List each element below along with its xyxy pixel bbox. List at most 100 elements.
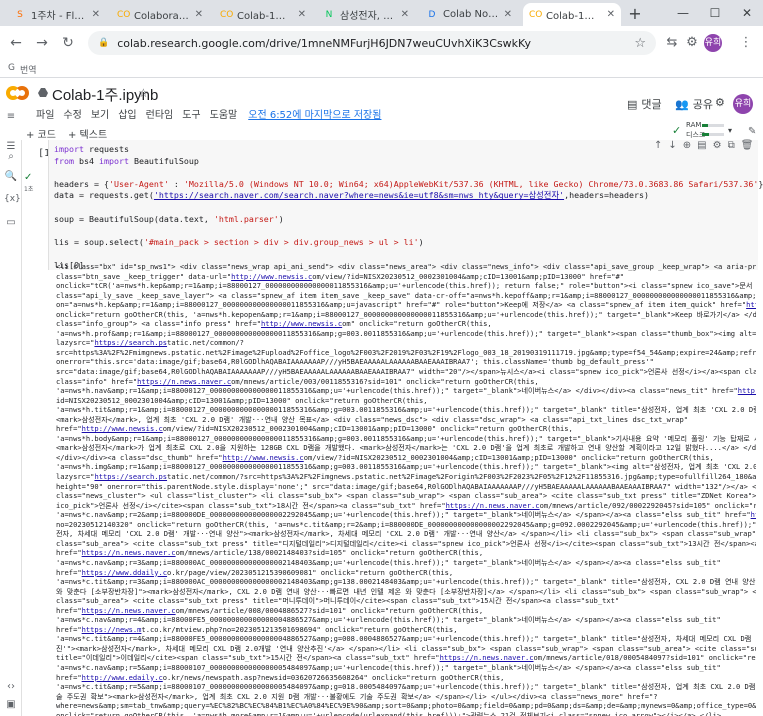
output-line: class="news_cluster"> <ul class="list_cl… — [56, 491, 756, 501]
tab-title: Colab-1주.ipynb - Colab — [546, 11, 603, 22]
output-line: href="https://n.news.naver.com/mnews/art… — [56, 548, 484, 558]
tab-title: Colab-1주.ipynb - Colab — [237, 11, 294, 22]
translate-label[interactable]: 번역 — [20, 63, 37, 76]
output-line: href="http://www.edaily.co.kr/news/newsp… — [56, 672, 505, 682]
tab-title: 삼성전자, 업계 최초 'CXL — [340, 11, 397, 22]
forward-icon[interactable]: → — [32, 33, 52, 53]
tab-favicon-icon: N — [325, 9, 333, 20]
browser-profile-avatar[interactable]: 유희 — [704, 34, 722, 52]
code-icon[interactable]: ‹› — [4, 680, 18, 694]
output-line: class="sub_area"> <cite class="sub_txt p… — [56, 538, 756, 548]
tab-favicon-icon: D — [428, 9, 436, 20]
output-line: href="https://n.news.naver.com/mnews/art… — [56, 605, 484, 615]
url-text: colab.research.google.com/drive/1mneNMFu… — [117, 36, 531, 50]
output-line: 술 주도권 확보"><mark>삼성전자</mark>, 업계 최초 CXL 2… — [56, 691, 658, 701]
browser-tab-strip: S1주차 - Flutter 앱 개발 첫✕COColaboratory에 오신… — [0, 0, 763, 26]
tab-title: Colaboratory에 오신 것을 — [134, 11, 191, 22]
colab-logo-icon[interactable] — [6, 86, 30, 104]
browser-tab[interactable]: S 1주차 - Flutter 앱 개발 첫 ✕ — [8, 3, 106, 26]
settings-icon[interactable]: ⚙ — [715, 96, 725, 109]
output-line: lazysrc="https://search.pstatic.net/comm… — [56, 338, 244, 348]
tab-close-icon[interactable]: ✕ — [504, 9, 512, 20]
browser-tab[interactable]: D Colab Notebooks - Goo ✕ — [420, 3, 518, 26]
back-icon[interactable]: ← — [6, 33, 26, 53]
code-line: headers = {'User-Agent' : 'Mozilla/5.0 (… — [54, 178, 763, 189]
reload-icon[interactable]: ↻ — [58, 33, 78, 53]
extensions-icon[interactable]: ⚙ — [682, 33, 702, 53]
share-button[interactable]: 👥 공유 — [675, 96, 713, 112]
menu-item[interactable]: 삽입 — [118, 106, 136, 121]
code-line: from bs4 import BeautifulSoup — [54, 155, 199, 166]
window-close-icon[interactable]: ✕ — [732, 0, 762, 26]
code-line: lis = soup.select('#main_pack > section … — [54, 236, 424, 247]
browser-tab[interactable]: COColaboratory에 오신 것을 ✕ — [111, 3, 209, 26]
output-line: id=NISX20230512_0002301004&amp;cID=13001… — [56, 395, 428, 405]
output-line: onclick="return goOtherCR(this, 'a=nws*h… — [56, 309, 756, 319]
tab-close-icon[interactable]: ✕ — [298, 9, 306, 20]
menu-item[interactable]: 보기 — [91, 106, 109, 121]
browser-tab[interactable]: COColab-1주.ipynb - Colab ✕ — [523, 3, 621, 26]
connected-check-icon: ✓ — [672, 124, 682, 137]
star-notebook-icon[interactable]: ☆ — [138, 86, 149, 100]
add-text-button[interactable]: + 텍스트 — [68, 126, 107, 141]
tab-close-icon[interactable]: ✕ — [401, 9, 409, 20]
menu-item[interactable]: 수정 — [63, 106, 81, 121]
new-tab-button[interactable]: + — [625, 4, 645, 24]
terminal-icon[interactable]: ▣ — [4, 698, 18, 712]
menu-lines-icon[interactable]: ≡ — [4, 110, 18, 124]
output-line: height="90" onerror="this.parentNode.sty… — [56, 481, 756, 491]
comment-icon: ▤ — [627, 97, 638, 111]
files-folder-icon[interactable]: ▭ — [4, 216, 18, 230]
translate-g-icon: G — [8, 63, 15, 73]
code-line: data = requests.get('https://search.nave… — [54, 190, 649, 201]
variables-braces-icon-main[interactable]: {x} — [4, 192, 21, 206]
menu-item[interactable]: 런타임 — [146, 106, 174, 121]
tab-close-icon[interactable]: ✕ — [195, 9, 203, 20]
output-line: 'a=nws*c.nav&amp;r=5&amp;i=88000107_0000… — [56, 662, 721, 672]
maximize-icon[interactable]: ☐ — [700, 0, 730, 26]
output-line: 'a=nws*c.nav&amp;r=2&amp;i=880000DE_0000… — [56, 510, 756, 520]
output-line: 'a=nws*h.tit&amp;r=1&amp;i=88000127_0000… — [56, 405, 756, 415]
output-line: 'a=nws*h.body&amp;r=1&amp;i=88000127_000… — [56, 433, 756, 443]
output-line: class="info" href="https://n.news.naver.… — [56, 376, 539, 386]
output-line: 'a=nws*h.nav&amp;r=1&amp;i=88000127_0000… — [56, 386, 756, 396]
output-line: 진'"><mark>삼성전자</mark>, 차세대 메모리 CXL D램 2.… — [56, 643, 756, 653]
minimize-icon[interactable]: — — [668, 0, 698, 26]
last-saved-status[interactable]: 오전 6:52에 마지막으로 저장됨 — [248, 106, 381, 121]
bookmark-star-icon[interactable]: ☆ — [634, 36, 646, 51]
browser-tab[interactable]: COColab-1주.ipynb - Colab ✕ — [214, 3, 312, 26]
add-code-button[interactable]: + 코드 — [26, 126, 56, 141]
menu-bar: 파일 수정 보기 삽입 런타임 도구 도움말 오전 6:52에 마지막으로 저장됨 — [36, 106, 390, 121]
output-line: on="a=nws*h.kep&amp;r=1&amp;i=88000127_0… — [56, 300, 756, 310]
menu-item[interactable]: 도움말 — [210, 106, 238, 121]
tab-close-icon[interactable]: ✕ — [92, 9, 100, 20]
runtime-resources[interactable]: ✓ RAM 디스크 ▾ — [672, 121, 742, 141]
find-icon[interactable]: 🔍 — [4, 170, 18, 184]
tab-close-icon[interactable]: ✕ — [607, 9, 615, 20]
url-omnibox[interactable]: 🔒 colab.research.google.com/drive/1mneNM… — [88, 31, 656, 55]
output-line: src="data:image/gif;base64,R0lGODlhAQABA… — [56, 367, 756, 377]
menu-item[interactable]: 도구 — [182, 106, 200, 121]
comment-button[interactable]: ▤ 댓글 — [627, 96, 662, 112]
edit-pencil-icon[interactable]: ✎ — [748, 126, 756, 137]
chevron-down-icon[interactable]: ▾ — [728, 126, 732, 135]
output-line: class="btn_save _keep_trigger" data-url=… — [56, 271, 625, 281]
output-line: lazysrc="https://search.pstatic.net/comm… — [56, 472, 756, 482]
tab-favicon-icon: S — [17, 9, 23, 20]
translate-bar: G 번역 — [0, 60, 763, 78]
user-avatar[interactable]: 유희 — [733, 94, 753, 114]
menu-item[interactable]: 파일 — [36, 106, 54, 121]
browser-menu-icon[interactable]: ⋮ — [736, 33, 756, 53]
output-line: class="sub_area"> <cite class="sub_txt p… — [56, 596, 620, 606]
output-line: src=https%3A%2F%2Fmimgnews.pstatic.net%2… — [56, 347, 756, 357]
code-line: import requests — [54, 144, 129, 154]
output-line: onclick="tCR('a=nws*h.kep&amp;r=1&amp;i=… — [56, 281, 756, 291]
cell-toolbar: + 코드 + 텍스트 ✓ RAM 디스크 ▾ ✎ — [0, 121, 763, 141]
code-lines[interactable]: import requests from bs4 import Beautiful… — [54, 144, 763, 272]
browser-tab[interactable]: N 삼성전자, 업계 최초 'CXL ✕ — [317, 3, 415, 26]
output-line: href="http://www.newsis.com/view/?id=NIS… — [56, 424, 573, 434]
translate-icon[interactable]: ⇆ — [662, 33, 682, 53]
search-icon[interactable]: ⌕ — [4, 150, 18, 164]
